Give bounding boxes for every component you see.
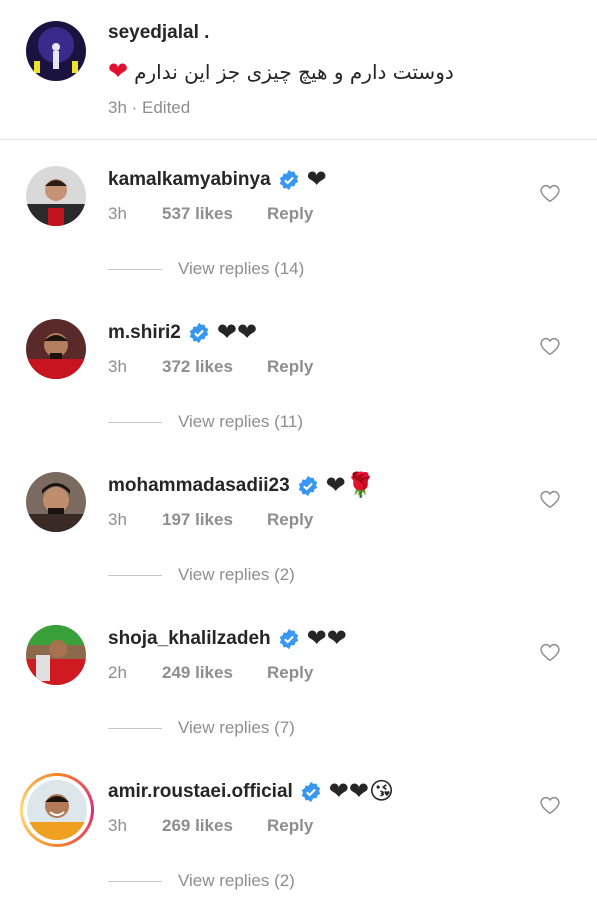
username-text[interactable]: mohammadasadii23 (108, 475, 290, 497)
comment-username[interactable]: mohammadasadii23 ❤🌹 (108, 474, 376, 498)
comment-emojis: ❤❤😘 (328, 778, 395, 805)
comment: m.shiri2 ❤❤ 3h 372 likes Reply View repl… (0, 299, 597, 452)
verified-badge-icon (298, 475, 317, 497)
caption-username[interactable]: seyedjalal . (108, 22, 209, 44)
caption-body: دوستت دارم و هیچ چیزی جز این ندارم (134, 60, 454, 84)
heart-outline-icon[interactable] (539, 641, 561, 663)
view-replies-label[interactable]: View replies (7) (178, 718, 295, 738)
commenter-avatar[interactable] (27, 780, 87, 840)
likes-count[interactable]: 197 likes (162, 510, 267, 530)
divider (108, 574, 162, 576)
comment-time: 3h (108, 357, 127, 376)
verified-badge-icon (279, 169, 298, 191)
view-replies-button[interactable]: View replies (11) (108, 412, 303, 432)
divider (108, 268, 162, 270)
comment: kamalkamyabinya ❤ 3h 537 likes Reply Vie… (0, 146, 597, 299)
divider (108, 727, 162, 729)
view-replies-button[interactable]: View replies (14) (108, 259, 304, 279)
view-replies-button[interactable]: View replies (2) (108, 565, 295, 585)
likes-count[interactable]: 249 likes (162, 663, 267, 683)
likes-count[interactable]: 269 likes (162, 816, 267, 836)
comment-time: 2h (108, 663, 127, 682)
comment-time: 3h (108, 816, 127, 835)
reply-button[interactable]: Reply (267, 510, 313, 530)
verified-badge-icon (279, 628, 298, 650)
comment-username[interactable]: kamalkamyabinya ❤ (108, 168, 327, 192)
comment-meta: 3h 372 likes Reply (108, 357, 313, 377)
username-text[interactable]: amir.roustaei.official (108, 781, 293, 803)
likes-count[interactable]: 537 likes (162, 204, 267, 224)
verified-badge-icon (189, 322, 209, 344)
comment-meta: 2h 249 likes Reply (108, 663, 313, 683)
view-replies-label[interactable]: View replies (11) (178, 412, 303, 432)
verified-badge-icon (301, 781, 320, 803)
comment: mohammadasadii23 ❤🌹 3h 197 likes Reply V… (0, 452, 597, 605)
view-replies-button[interactable]: View replies (7) (108, 718, 295, 738)
view-replies-label[interactable]: View replies (14) (178, 259, 304, 279)
comment-time: 3h (108, 510, 127, 529)
comment-meta: 3h 269 likes Reply (108, 816, 313, 836)
comment-username[interactable]: amir.roustaei.official ❤❤😘 (108, 780, 394, 804)
view-replies-label[interactable]: View replies (2) (178, 871, 295, 891)
comment-meta: 3h 537 likes Reply (108, 204, 313, 224)
heart-outline-icon[interactable] (539, 182, 561, 204)
caption: seyedjalal . ❤ دوستت دارم و هیچ چیزی جز … (0, 0, 597, 140)
reply-button[interactable]: Reply (267, 663, 313, 683)
divider (108, 880, 162, 882)
heart-outline-icon[interactable] (539, 488, 561, 510)
comment: amir.roustaei.official ❤❤😘 3h 269 likes … (0, 758, 597, 900)
comment-time: 3h (108, 204, 127, 223)
reply-button[interactable]: Reply (267, 204, 313, 224)
comment-username[interactable]: m.shiri2 ❤❤ (108, 321, 257, 345)
username-text[interactable]: m.shiri2 (108, 322, 181, 344)
caption-avatar[interactable] (26, 21, 86, 81)
comment-emojis: ❤🌹 (325, 472, 376, 499)
likes-count[interactable]: 372 likes (162, 357, 267, 377)
heart-emoji: ❤ (108, 58, 129, 85)
divider (108, 421, 162, 423)
caption-text: ❤ دوستت دارم و هیچ چیزی جز این ندارم (108, 58, 454, 85)
caption-meta: 3h · Edited (108, 98, 191, 117)
comment-emojis: ❤ (306, 166, 327, 193)
commenter-avatar[interactable] (26, 319, 86, 379)
reply-button[interactable]: Reply (267, 816, 313, 836)
heart-outline-icon[interactable] (539, 335, 561, 357)
view-replies-label[interactable]: View replies (2) (178, 565, 295, 585)
comment-meta: 3h 197 likes Reply (108, 510, 313, 530)
heart-outline-icon[interactable] (539, 794, 561, 816)
comment: shoja_khalilzadeh ❤❤ 2h 249 likes Reply … (0, 605, 597, 758)
comment-emojis: ❤❤ (216, 319, 258, 346)
commenter-avatar[interactable] (26, 166, 86, 226)
view-replies-button[interactable]: View replies (2) (108, 871, 295, 891)
commenter-avatar[interactable] (26, 625, 86, 685)
username-text[interactable]: shoja_khalilzadeh (108, 628, 271, 650)
comment-username[interactable]: shoja_khalilzadeh ❤❤ (108, 627, 347, 651)
username-text[interactable]: kamalkamyabinya (108, 169, 271, 191)
reply-button[interactable]: Reply (267, 357, 313, 377)
comment-emojis: ❤❤ (306, 625, 347, 652)
commenter-avatar[interactable] (26, 472, 86, 532)
